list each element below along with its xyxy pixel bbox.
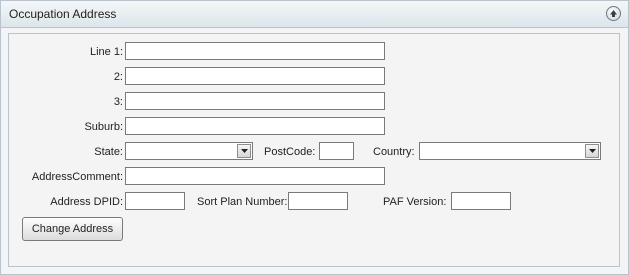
line3-input[interactable] bbox=[125, 92, 385, 110]
postcode-label: PostCode: bbox=[264, 146, 316, 158]
occupation-address-panel: Occupation Address Line 1: 2: 3: Suburb:… bbox=[0, 0, 629, 275]
address-comment-input[interactable] bbox=[125, 167, 385, 185]
dropdown-arrow-icon[interactable] bbox=[237, 144, 251, 158]
country-select[interactable] bbox=[419, 142, 601, 160]
line2-input[interactable] bbox=[125, 67, 385, 85]
line1-label: Line 1: bbox=[89, 46, 123, 58]
suburb-input[interactable] bbox=[125, 117, 385, 135]
sort-plan-number-label: Sort Plan Number: bbox=[197, 196, 288, 208]
change-address-button[interactable]: Change Address bbox=[22, 217, 123, 241]
panel-title: Occupation Address bbox=[9, 7, 117, 21]
address-form: Line 1: 2: 3: Suburb: State: PostCode: C… bbox=[8, 33, 620, 267]
line1-input[interactable] bbox=[125, 42, 385, 60]
address-dpid-input[interactable] bbox=[125, 192, 185, 210]
suburb-label: Suburb: bbox=[84, 121, 123, 133]
dropdown-arrow-icon[interactable] bbox=[585, 144, 599, 158]
country-label: Country: bbox=[373, 146, 415, 158]
postcode-input[interactable] bbox=[319, 142, 354, 160]
address-dpid-label: Address DPID: bbox=[50, 196, 123, 208]
panel-header: Occupation Address bbox=[1, 1, 628, 28]
chevron-up-icon bbox=[610, 10, 617, 17]
address-comment-label: AddressComment: bbox=[31, 171, 123, 183]
state-label: State: bbox=[94, 146, 123, 158]
sort-plan-number-input[interactable] bbox=[288, 192, 348, 210]
collapse-icon[interactable] bbox=[606, 6, 621, 21]
line3-label: 3: bbox=[113, 96, 123, 108]
paf-version-label: PAF Version: bbox=[383, 196, 447, 208]
state-select[interactable] bbox=[125, 142, 253, 160]
paf-version-input[interactable] bbox=[451, 192, 511, 210]
line2-label: 2: bbox=[113, 71, 123, 83]
